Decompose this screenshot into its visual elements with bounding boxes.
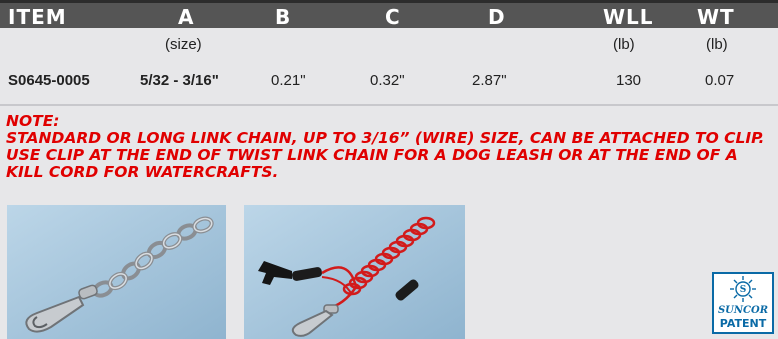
cell-wt: 0.07 — [705, 72, 735, 89]
note-title: NOTE: — [6, 112, 60, 130]
chain-clip-illustration — [7, 205, 226, 339]
kill-cord-illustration — [244, 205, 465, 339]
header-wll: WLL — [603, 5, 654, 29]
unit-wt: (lb) — [706, 36, 728, 53]
header-wt: WT — [697, 5, 735, 29]
units-row: (size) (lb) (lb) — [0, 36, 778, 56]
unit-a: (size) — [165, 36, 202, 53]
cell-item: S0645-0005 — [8, 72, 90, 89]
chain-clip-photo — [7, 205, 226, 339]
header-d: D — [488, 5, 506, 29]
section-divider — [0, 104, 778, 106]
cell-d: 2.87" — [472, 72, 507, 89]
header-b: B — [275, 5, 292, 29]
cell-c: 0.32" — [370, 72, 405, 89]
cell-b: 0.21" — [271, 72, 306, 89]
table-row: S0645-0005 5/32 - 3/16" 0.21" 0.32" 2.87… — [0, 72, 778, 94]
sun-compass-icon: S — [730, 276, 756, 302]
cell-a: 5/32 - 3/16" — [140, 72, 219, 89]
kill-cord-photo — [244, 205, 465, 339]
note-body: STANDARD OR LONG LINK CHAIN, UP TO 3/16”… — [6, 129, 765, 181]
unit-wll: (lb) — [613, 36, 635, 53]
note-block: NOTE: STANDARD OR LONG LINK CHAIN, UP TO… — [6, 113, 776, 181]
svg-text:S: S — [740, 285, 747, 295]
header-a: A — [178, 5, 195, 29]
header-item: ITEM — [8, 5, 67, 29]
logo-tag: PATENT — [719, 317, 767, 330]
suncor-patent-logo: S SUNCOR PATENT — [712, 272, 774, 334]
header-c: C — [385, 5, 401, 29]
cell-wll: 130 — [616, 72, 642, 89]
table-header: ITEM A B C D WLL WT — [0, 0, 778, 29]
logo-brand: SUNCOR — [717, 305, 769, 316]
